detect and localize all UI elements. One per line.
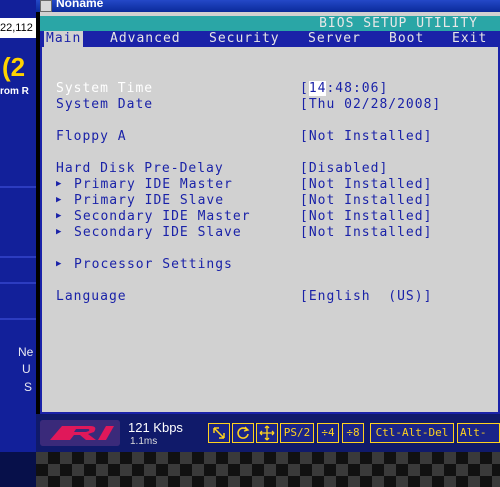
desktop-checker-background bbox=[36, 452, 500, 487]
floppy-a-value[interactable]: [Not Installed] bbox=[300, 129, 432, 144]
background-footer bbox=[0, 452, 38, 487]
processor-settings-label[interactable]: Processor Settings bbox=[74, 257, 233, 272]
secondary-ide-master-value: [Not Installed] bbox=[300, 209, 433, 224]
background-divider bbox=[0, 256, 38, 258]
submenu-arrow-icon: ▶ bbox=[56, 227, 62, 237]
divide-8-button[interactable]: ÷8 bbox=[342, 423, 364, 443]
bios-title: BIOS SETUP UTILITY bbox=[319, 16, 478, 31]
secondary-ide-master-label[interactable]: Secondary IDE Master bbox=[74, 209, 251, 224]
bios-screen[interactable]: BIOS SETUP UTILITY Main Advanced Securit… bbox=[40, 12, 500, 414]
window-icon[interactable] bbox=[40, 0, 52, 12]
bios-header: BIOS SETUP UTILITY bbox=[40, 16, 500, 31]
divide-4-button[interactable]: ÷4 bbox=[317, 423, 339, 443]
bracket: [ bbox=[300, 81, 309, 96]
background-text: S bbox=[24, 380, 33, 394]
menu-boot[interactable]: Boot bbox=[387, 31, 426, 47]
system-time-value[interactable]: [14:48:06] bbox=[300, 81, 388, 96]
latency-readout: 1.1ms bbox=[130, 436, 158, 447]
background-text: U bbox=[22, 362, 31, 376]
window-titlebar[interactable]: Noname bbox=[36, 0, 500, 12]
alt-f4-button[interactable]: Alt-F4 bbox=[457, 423, 500, 443]
window-title: Noname bbox=[56, 0, 104, 10]
bios-main-panel: System Time [14:48:06] System Date [Thu … bbox=[40, 47, 500, 414]
ctrl-alt-del-button[interactable]: Ctl-Alt-Del bbox=[370, 423, 454, 443]
time-rest: :48:06] bbox=[326, 81, 389, 96]
secondary-ide-slave-label[interactable]: Secondary IDE Slave bbox=[74, 225, 242, 240]
background-divider bbox=[0, 318, 38, 320]
console-toolbar: 121 Kbps 1.1ms PS/2 ÷4 ÷8 Ctl-Alt-Del Al… bbox=[36, 414, 500, 452]
submenu-arrow-icon: ▶ bbox=[56, 211, 62, 221]
menu-advanced[interactable]: Advanced bbox=[108, 31, 183, 47]
system-time-label[interactable]: System Time bbox=[56, 81, 153, 96]
bios-menu-bar: Main Advanced Security Server Boot Exit bbox=[40, 31, 500, 47]
primary-ide-slave-value: [Not Installed] bbox=[300, 193, 433, 208]
background-subtext: rom R bbox=[0, 86, 29, 97]
system-date-label[interactable]: System Date bbox=[56, 97, 153, 112]
submenu-arrow-icon: ▶ bbox=[56, 195, 62, 205]
background-text: Ne bbox=[18, 345, 34, 359]
menu-security[interactable]: Security bbox=[207, 31, 282, 47]
background-heading: (2 bbox=[2, 52, 26, 82]
refresh-icon[interactable] bbox=[232, 423, 254, 443]
submenu-arrow-icon: ▶ bbox=[56, 179, 62, 189]
time-hour-field[interactable]: 14 bbox=[308, 81, 327, 96]
primary-ide-master-label[interactable]: Primary IDE Master bbox=[74, 177, 233, 192]
resize-icon[interactable] bbox=[208, 423, 230, 443]
menu-server[interactable]: Server bbox=[306, 31, 363, 47]
vendor-logo bbox=[40, 420, 120, 446]
background-divider bbox=[0, 282, 38, 284]
address-fragment: 22,112 bbox=[0, 18, 38, 38]
hdd-predelay-value[interactable]: [Disabled] bbox=[300, 161, 388, 176]
background-divider bbox=[0, 186, 38, 188]
bandwidth-readout: 121 Kbps bbox=[128, 420, 183, 435]
submenu-arrow-icon: ▶ bbox=[56, 259, 62, 269]
hdd-predelay-label[interactable]: Hard Disk Pre-Delay bbox=[56, 161, 224, 176]
ps2-button[interactable]: PS/2 bbox=[280, 423, 314, 443]
system-date-value[interactable]: [Thu 02/28/2008] bbox=[300, 97, 441, 112]
remote-console-window: Noname BIOS SETUP UTILITY Main Advanced … bbox=[36, 0, 500, 487]
language-label[interactable]: Language bbox=[56, 289, 127, 304]
primary-ide-master-value: [Not Installed] bbox=[300, 177, 433, 192]
menu-exit[interactable]: Exit bbox=[450, 31, 489, 47]
menu-main[interactable]: Main bbox=[44, 31, 84, 47]
secondary-ide-slave-value: [Not Installed] bbox=[300, 225, 433, 240]
primary-ide-slave-label[interactable]: Primary IDE Slave bbox=[74, 193, 224, 208]
floppy-a-label[interactable]: Floppy A bbox=[56, 129, 127, 144]
move-icon[interactable] bbox=[256, 423, 278, 443]
language-value[interactable]: [English (US)] bbox=[300, 289, 432, 304]
